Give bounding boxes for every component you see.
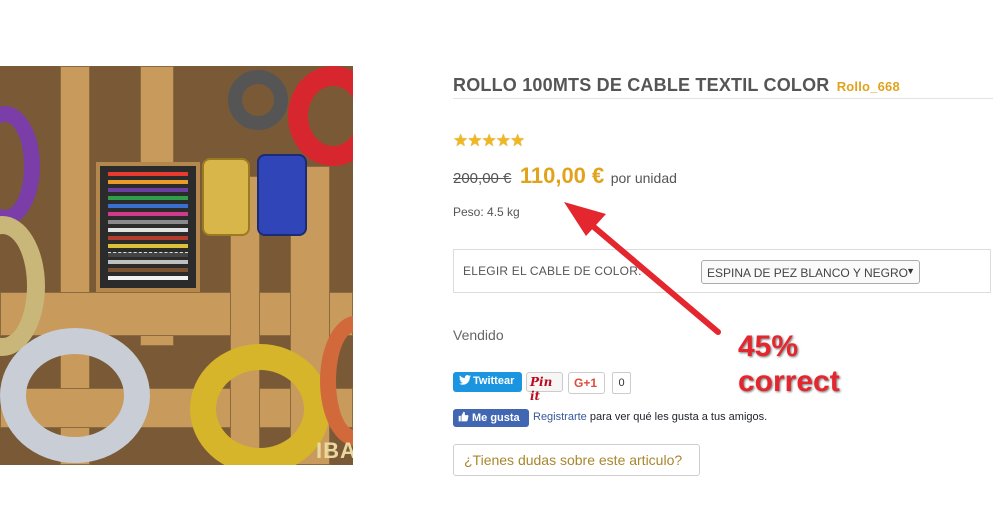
annotation-percent: 45% — [738, 330, 799, 363]
annotation-arrow-shaft — [585, 219, 721, 335]
annotation-arrow — [564, 202, 721, 335]
annotation-label: correct — [738, 365, 840, 398]
